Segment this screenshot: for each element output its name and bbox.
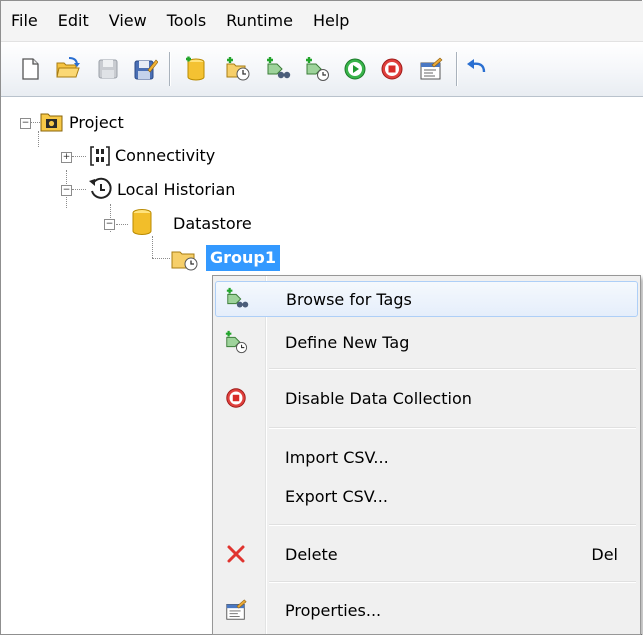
menu-item-label: Export CSV...: [285, 486, 388, 506]
define-tag-icon: [306, 57, 329, 81]
menu-item-import-csv[interactable]: Import CSV...: [215, 439, 636, 475]
add-group-icon: [226, 57, 250, 81]
tree-connector: [116, 224, 128, 225]
menu-tools[interactable]: Tools: [156, 1, 215, 41]
expand-toggle[interactable]: +: [61, 152, 72, 163]
menu-runtime[interactable]: Runtime: [215, 1, 302, 41]
toolbar-separator: [456, 52, 458, 86]
add-datastore-button[interactable]: [181, 54, 211, 84]
collapse-toggle[interactable]: −: [20, 118, 31, 129]
collapse-toggle[interactable]: −: [104, 219, 115, 230]
undo-icon: [467, 59, 486, 73]
start-button[interactable]: [340, 54, 370, 84]
tree-connector: [30, 122, 40, 123]
new-button[interactable]: [15, 54, 45, 84]
menu-separator: [269, 524, 636, 526]
menu-item-properties[interactable]: Properties...: [215, 592, 636, 628]
tree-connector: [72, 156, 86, 157]
connectivity-icon: [90, 146, 110, 166]
properties-icon: [221, 595, 251, 625]
menu-item-label: Properties...: [285, 600, 382, 620]
menu-item-shortcut: Del: [591, 544, 618, 564]
save-as-icon: [134, 59, 158, 80]
tree-connector: [152, 258, 170, 259]
properties-icon: [420, 57, 443, 80]
delete-x-icon: [221, 539, 251, 569]
tree-node-label-selected: Group1: [206, 245, 280, 271]
undo-button[interactable]: [462, 54, 492, 84]
open-button[interactable]: [53, 54, 83, 84]
menu-separator: [269, 581, 636, 583]
menu-item-label: Browse for Tags: [286, 289, 412, 309]
new-icon: [22, 58, 39, 80]
menu-edit[interactable]: Edit: [47, 1, 98, 41]
stop-icon: [221, 383, 251, 413]
menu-bar: File Edit View Tools Runtime Help: [1, 1, 643, 42]
tree-connector: [152, 236, 153, 258]
tree-node-project[interactable]: Project: [66, 108, 127, 136]
tree-connector: [38, 131, 39, 147]
add-datastore-icon: [186, 56, 205, 81]
menu-item-label: Import CSV...: [285, 447, 389, 467]
menu-item-delete[interactable]: Delete Del: [215, 536, 636, 572]
stop-icon: [381, 58, 403, 80]
tree-node-historian[interactable]: Local Historian: [114, 175, 238, 203]
menu-item-disable-data-collection[interactable]: Disable Data Collection: [215, 380, 636, 416]
browse-tags-icon: [267, 57, 291, 79]
menu-view[interactable]: View: [98, 1, 156, 41]
menu-item-label: Disable Data Collection: [285, 388, 472, 408]
menu-item-export-csv[interactable]: Export CSV...: [215, 478, 636, 514]
menu-item-label: Delete: [285, 544, 338, 564]
save-icon: [98, 59, 118, 79]
collapse-toggle[interactable]: −: [61, 185, 72, 196]
save-button[interactable]: [93, 54, 123, 84]
menu-file[interactable]: File: [1, 1, 47, 41]
tree-node-label: Project: [69, 112, 124, 132]
toolbar-separator: [169, 52, 171, 86]
menu-help[interactable]: Help: [302, 1, 358, 41]
add-group-button[interactable]: [223, 54, 253, 84]
tree-connector: [72, 189, 86, 190]
tree-node-label: Local Historian: [117, 179, 236, 199]
browse-tags-button[interactable]: [263, 54, 293, 84]
open-folder-icon: [56, 57, 80, 78]
project-icon: [40, 113, 63, 132]
tree-node-datastore[interactable]: Datastore: [170, 209, 255, 237]
toolbar: [1, 42, 643, 97]
define-tag-icon: [221, 327, 251, 357]
stop-button[interactable]: [377, 54, 407, 84]
menu-item-label: Define New Tag: [285, 332, 410, 352]
tree-node-label: Datastore: [173, 213, 252, 233]
start-icon: [344, 58, 366, 80]
menu-separator: [269, 368, 636, 370]
menu-separator: [269, 427, 636, 429]
menu-item-browse-for-tags[interactable]: Browse for Tags: [215, 281, 638, 317]
context-menu: Browse for Tags Define New Tag Disable D…: [212, 275, 641, 635]
tree-node-connectivity[interactable]: Connectivity: [112, 141, 218, 169]
define-tag-button[interactable]: [302, 54, 332, 84]
browse-tags-icon: [222, 284, 252, 314]
datastore-icon: [132, 209, 152, 235]
menu-item-define-new-tag[interactable]: Define New Tag: [215, 324, 636, 360]
save-as-button[interactable]: [130, 54, 160, 84]
tree-node-label: Connectivity: [115, 145, 216, 165]
tree-node-group1[interactable]: Group1: [206, 244, 280, 272]
historian-icon: [89, 177, 112, 199]
properties-button[interactable]: [416, 54, 446, 84]
group-folder-icon: [171, 251, 198, 271]
